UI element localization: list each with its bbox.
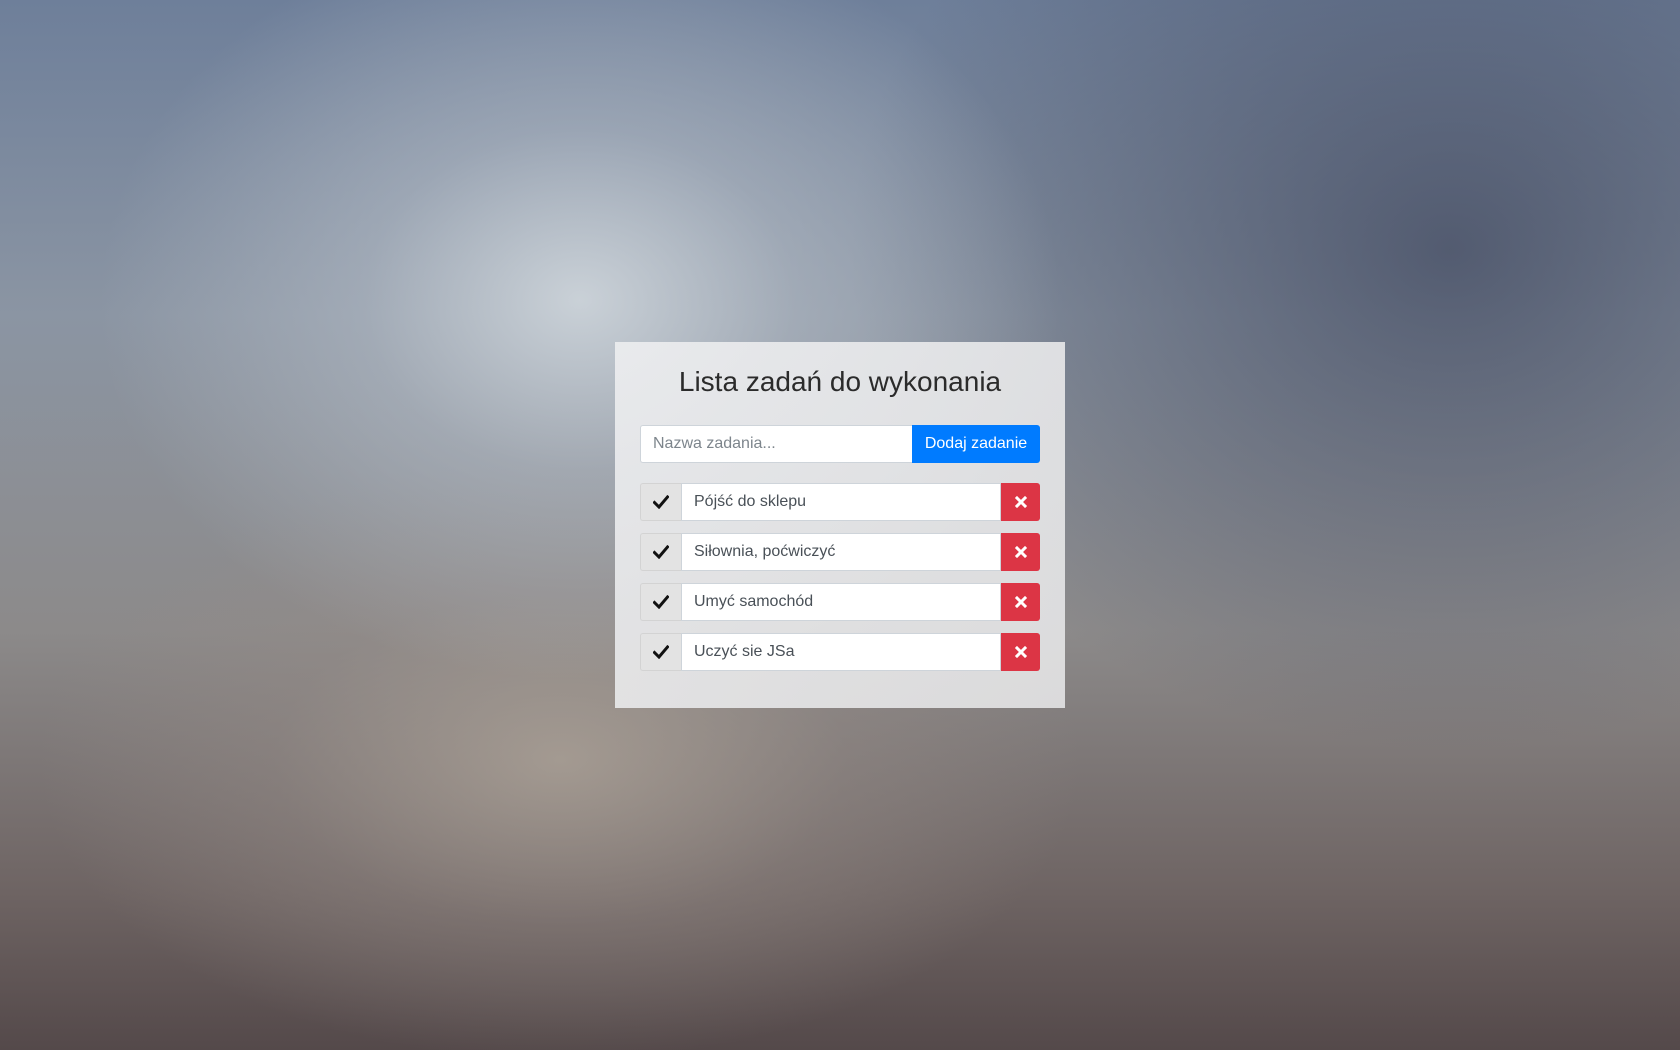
- mark-done-button[interactable]: [640, 533, 681, 571]
- check-icon: [653, 645, 669, 659]
- task-name: Pójść do sklepu: [681, 483, 1001, 521]
- task-item: Umyć samochód: [640, 583, 1040, 621]
- delete-task-button[interactable]: [1001, 583, 1040, 621]
- close-icon: [1014, 546, 1027, 558]
- add-task-form: Dodaj zadanie: [640, 425, 1040, 463]
- close-icon: [1014, 496, 1027, 508]
- delete-task-button[interactable]: [1001, 633, 1040, 671]
- task-item: Pójść do sklepu: [640, 483, 1040, 521]
- check-icon: [653, 495, 669, 509]
- check-icon: [653, 545, 669, 559]
- delete-task-button[interactable]: [1001, 483, 1040, 521]
- task-name: Uczyć sie JSa: [681, 633, 1001, 671]
- page-title: Lista zadań do wykonania: [678, 366, 1002, 397]
- task-name-input[interactable]: [640, 425, 912, 463]
- task-item: Uczyć sie JSa: [640, 633, 1040, 671]
- task-item: Siłownia, poćwiczyć: [640, 533, 1040, 571]
- task-name: Umyć samochód: [681, 583, 1001, 621]
- task-name: Siłownia, poćwiczyć: [681, 533, 1001, 571]
- add-task-button[interactable]: Dodaj zadanie: [912, 425, 1040, 463]
- task-list: Pójść do sklepu Siłownia, poćwiczyć Umyć…: [640, 483, 1040, 671]
- close-icon: [1014, 596, 1027, 608]
- check-icon: [653, 595, 669, 609]
- close-icon: [1014, 646, 1027, 658]
- mark-done-button[interactable]: [640, 483, 681, 521]
- todo-card: Lista zadań do wykonania Dodaj zadanie P…: [615, 342, 1065, 708]
- mark-done-button[interactable]: [640, 633, 681, 671]
- mark-done-button[interactable]: [640, 583, 681, 621]
- delete-task-button[interactable]: [1001, 533, 1040, 571]
